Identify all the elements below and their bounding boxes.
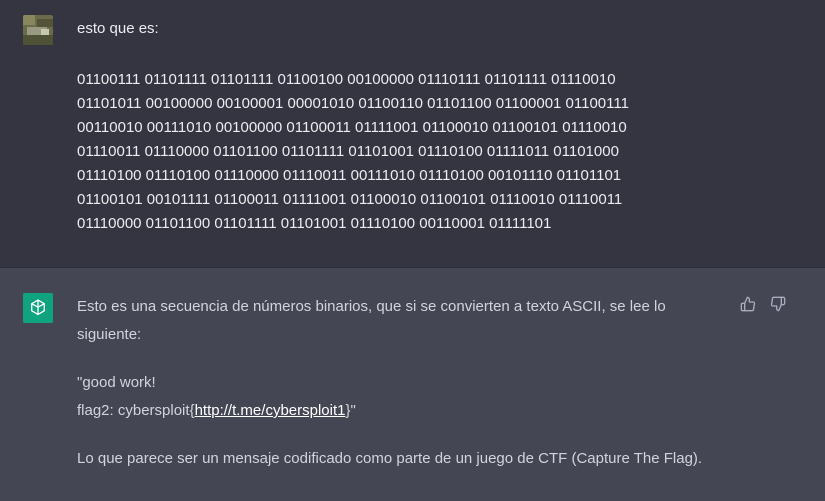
- quote-line-1: "good work!: [77, 374, 156, 391]
- thumbs-up-icon[interactable]: [739, 295, 757, 313]
- flag-link[interactable]: http://t.me/cybersploit1: [195, 402, 346, 419]
- binary-line: 00110010 00111010 00100000 01100011 0111…: [77, 119, 627, 136]
- assistant-message-content: Esto es una secuencia de números binario…: [77, 293, 717, 473]
- binary-line: 01110000 01101100 01101111 01101001 0111…: [77, 215, 552, 232]
- user-message: esto que es: 01100111 01101111 01101111 …: [0, 0, 825, 268]
- feedback-controls: [739, 295, 787, 313]
- user-message-content: esto que es: 01100111 01101111 01101111 …: [77, 20, 697, 236]
- binary-line: 01100101 00101111 01100011 01111001 0110…: [77, 191, 623, 208]
- binary-line: 01101011 00100000 00100001 00001010 0110…: [77, 95, 629, 112]
- binary-block: 01100111 01101111 01101111 01100100 0010…: [77, 68, 697, 236]
- thumbs-down-icon[interactable]: [769, 295, 787, 313]
- assistant-intro-text: Esto es una secuencia de números binario…: [77, 298, 666, 343]
- decoded-quote: "good work! flag2: cybersploit{http://t.…: [77, 369, 717, 425]
- user-avatar-image: [23, 15, 53, 45]
- binary-line: 01100111 01101111 01101111 01100100 0010…: [77, 71, 616, 88]
- assistant-conclusion-text: Lo que parece ser un mensaje codificado …: [77, 450, 703, 467]
- binary-line: 01110011 01110000 01101100 01101111 0110…: [77, 143, 619, 160]
- assistant-message: Esto es una secuencia de números binario…: [0, 268, 825, 501]
- binary-line: 01110100 01110100 01110000 01110011 0011…: [77, 167, 622, 184]
- flag-suffix: }": [345, 402, 356, 419]
- quote-line-2: flag2: cybersploit{http://t.me/cybersplo…: [77, 397, 717, 425]
- user-prompt-text: esto que es:: [77, 20, 159, 37]
- user-avatar: [23, 15, 53, 45]
- flag-prefix: flag2: cybersploit{: [77, 402, 195, 419]
- chatgpt-logo-icon: [23, 293, 53, 323]
